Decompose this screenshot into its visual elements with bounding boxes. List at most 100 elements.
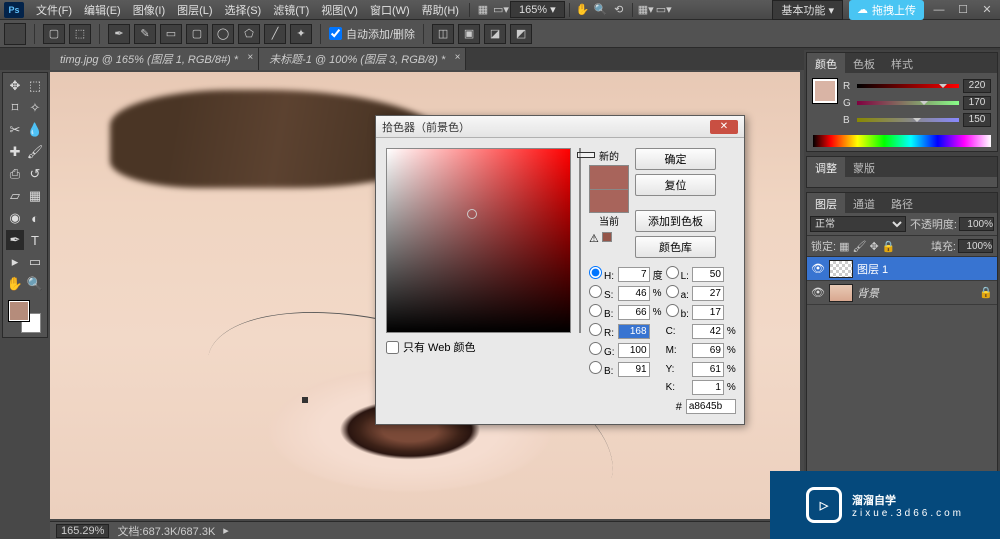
visibility-icon[interactable]: 👁 — [811, 286, 825, 299]
layer-name[interactable]: 背景 — [857, 285, 879, 301]
freeform-pen-icon[interactable]: ✎ — [134, 24, 156, 44]
lock-move-icon[interactable]: ✥ — [869, 240, 878, 253]
custom-shape-icon[interactable]: ✦ — [290, 24, 312, 44]
gradient-tool[interactable]: ▦ — [26, 186, 44, 206]
r-input[interactable] — [618, 324, 650, 339]
lock-paint-icon[interactable]: 🖌 — [852, 240, 866, 253]
zoom-tool[interactable]: 🔍 — [26, 274, 44, 294]
gamut-swatch[interactable] — [602, 232, 612, 242]
blab-input[interactable] — [692, 305, 724, 320]
menu-filter[interactable]: 滤镜(T) — [267, 2, 315, 18]
marquee-tool[interactable]: ⬚ — [26, 76, 44, 96]
opacity-input[interactable] — [959, 217, 994, 231]
a-input[interactable] — [692, 286, 724, 301]
line-shape-icon[interactable]: ╱ — [264, 24, 286, 44]
tab-styles[interactable]: 样式 — [883, 53, 921, 73]
close-icon[interactable]: × — [454, 52, 460, 63]
tab-channels[interactable]: 通道 — [845, 193, 883, 213]
s-input[interactable] — [618, 286, 650, 301]
hue-indicator[interactable] — [577, 152, 595, 158]
heal-tool[interactable]: ✚ — [6, 142, 24, 162]
rotate-view-icon[interactable]: ⟲ — [610, 1, 628, 19]
stamp-tool[interactable]: ⎙ — [6, 164, 24, 184]
anchor-point[interactable] — [302, 397, 308, 403]
path-op-3[interactable]: ◪ — [484, 24, 506, 44]
lock-all-icon[interactable]: 🔒 — [882, 240, 896, 253]
color-libs-button[interactable]: 颜色库 — [635, 236, 716, 258]
g-slider[interactable] — [857, 99, 959, 107]
k-input[interactable] — [692, 380, 724, 395]
layer-row[interactable]: 👁 背景 🔒 — [807, 281, 997, 305]
bc-input[interactable] — [618, 362, 650, 377]
r-value[interactable]: 220 — [963, 79, 991, 93]
path-op-1[interactable]: ◫ — [432, 24, 454, 44]
layer-row[interactable]: 👁 图层 1 — [807, 257, 997, 281]
sv-indicator[interactable] — [467, 209, 477, 219]
status-arrow-icon[interactable]: ▸ — [223, 524, 229, 537]
bc-radio[interactable]: B: — [589, 361, 615, 377]
tab-layers[interactable]: 图层 — [807, 193, 845, 213]
g-radio[interactable]: G: — [589, 342, 615, 358]
menu-file[interactable]: 文件(F) — [30, 2, 78, 18]
hand-tool[interactable]: ✋ — [6, 274, 24, 294]
tab-swatches[interactable]: 色板 — [845, 53, 883, 73]
s-radio[interactable]: S: — [589, 285, 615, 301]
current-color-preview[interactable] — [589, 189, 629, 213]
tab-masks[interactable]: 蒙版 — [845, 157, 883, 177]
brush-tool[interactable]: 🖌 — [26, 142, 44, 162]
h-input[interactable] — [618, 267, 650, 282]
minimize-icon[interactable]: — — [930, 1, 948, 19]
m-input[interactable] — [692, 343, 724, 358]
add-swatch-button[interactable]: 添加到色板 — [635, 210, 716, 232]
menu-window[interactable]: 窗口(W) — [364, 2, 416, 18]
upload-button[interactable]: ☁拖拽上传 — [849, 0, 924, 20]
path-select-tool[interactable]: ▸ — [6, 252, 24, 272]
restore-icon[interactable]: ☐ — [954, 1, 972, 19]
dodge-tool[interactable]: ◐ — [26, 208, 44, 228]
screen-mode-icon[interactable]: ▭▾ — [655, 1, 673, 19]
menu-edit[interactable]: 编辑(E) — [78, 2, 127, 18]
close-button[interactable]: ✕ — [710, 120, 738, 134]
b-slider[interactable] — [857, 116, 959, 124]
layer-thumb[interactable] — [829, 260, 853, 278]
sat-val-field[interactable] — [386, 148, 571, 333]
lock-trans-icon[interactable]: ▦ — [839, 240, 849, 253]
fg-swatch[interactable] — [9, 301, 29, 321]
blab-radio[interactable]: b: — [666, 304, 689, 320]
hue-slider[interactable] — [579, 148, 581, 333]
menu-layer[interactable]: 图层(L) — [171, 2, 218, 18]
menu-image[interactable]: 图像(I) — [127, 2, 171, 18]
spectrum-bar[interactable] — [813, 135, 991, 147]
fill-input[interactable] — [958, 239, 993, 253]
auto-add-delete-check[interactable]: 自动添加/删除 — [329, 26, 415, 42]
ok-button[interactable]: 确定 — [635, 148, 716, 170]
hand-icon[interactable]: ✋ — [574, 1, 592, 19]
view-extras-icon[interactable]: ▭▾ — [492, 1, 510, 19]
visibility-icon[interactable]: 👁 — [811, 262, 825, 275]
eyedropper-tool[interactable]: 💧 — [26, 120, 44, 140]
eraser-tool[interactable]: ▱ — [6, 186, 24, 206]
r-slider[interactable] — [857, 82, 959, 90]
close-window-icon[interactable]: ✕ — [978, 1, 996, 19]
path-op-2[interactable]: ▣ — [458, 24, 480, 44]
b-value[interactable]: 150 — [963, 113, 991, 127]
doc-tab-2[interactable]: 未标题-1 @ 100% (图层 3, RGB/8) *× — [259, 48, 466, 70]
layer-thumb[interactable] — [829, 284, 853, 302]
move-tool[interactable]: ✥ — [6, 76, 24, 96]
layer-name[interactable]: 图层 1 — [857, 261, 888, 277]
g-input[interactable] — [618, 343, 650, 358]
shape-tool[interactable]: ▭ — [26, 252, 44, 272]
pen-tool-icon[interactable]: ✒ — [108, 24, 130, 44]
blend-mode-select[interactable]: 正常 — [810, 216, 906, 232]
menu-select[interactable]: 选择(S) — [219, 2, 268, 18]
ellipse-shape-icon[interactable]: ◯ — [212, 24, 234, 44]
rrect-shape-icon[interactable]: ▢ — [186, 24, 208, 44]
tab-paths[interactable]: 路径 — [883, 193, 921, 213]
c-input[interactable] — [692, 324, 724, 339]
a-radio[interactable]: a: — [666, 285, 689, 301]
blur-tool[interactable]: ◉ — [6, 208, 24, 228]
h-radio[interactable]: H: — [589, 266, 615, 282]
menu-view[interactable]: 视图(V) — [315, 2, 364, 18]
close-icon[interactable]: × — [247, 52, 253, 63]
g-value[interactable]: 170 — [963, 96, 991, 110]
